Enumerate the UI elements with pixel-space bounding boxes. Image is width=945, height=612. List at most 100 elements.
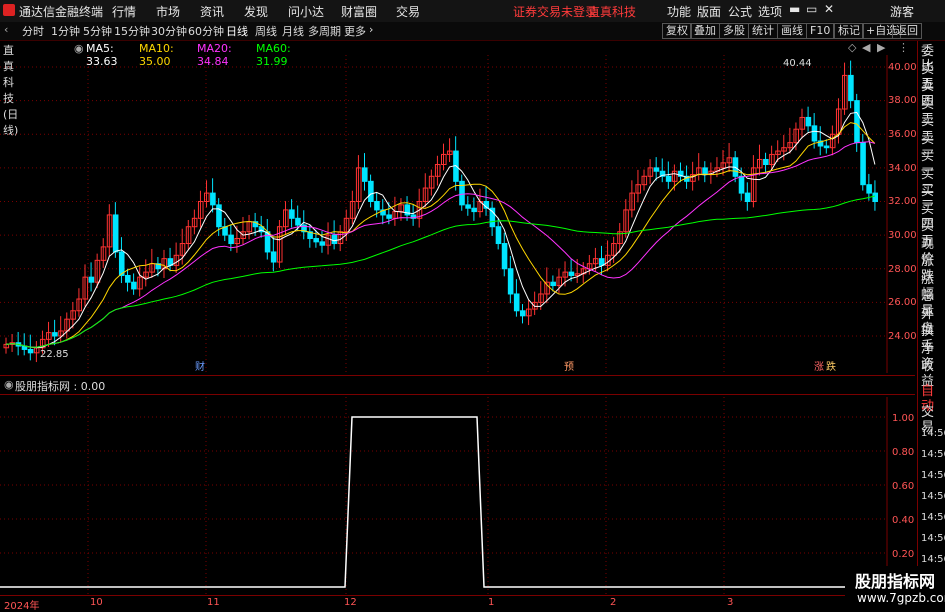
indicator-tick: 0.20 [892,549,915,560]
candle-down [702,167,708,176]
candle-down [313,237,319,243]
period-15min[interactable]: 15分钟 [114,23,150,39]
menu-faxian[interactable]: 发现 [244,3,268,20]
duogu-button[interactable]: 多股 [719,23,749,39]
menu-hangqing[interactable]: 行情 [112,3,136,20]
menu-xuanxiang[interactable]: 选项 [758,3,782,20]
menu-banmian[interactable]: 版面 [697,3,721,20]
candle-down [665,175,672,182]
candle-down [331,234,338,245]
candle-down [216,204,222,228]
expand-icon[interactable]: ◀ [862,41,870,54]
menu-jiaoyi[interactable]: 交易 [396,3,420,20]
huaxian-button[interactable]: 画线 [777,23,807,39]
candle-down [131,281,137,290]
event-marker-cai[interactable]: 财 [195,358,205,373]
price-tick: 30.00 [888,230,917,241]
event-marker-die[interactable]: 跌 [826,358,836,373]
period-multi[interactable]: 多周期 [308,23,341,39]
fuquan-button[interactable]: 复权 [662,23,692,39]
candle-down [860,142,866,186]
collapse-icon[interactable]: ▶ [877,41,885,54]
period-weekly[interactable]: 周线 [255,23,277,39]
biaoji-button[interactable]: 标记 [834,23,864,39]
sub-indicator-header: ◉ 股朋指标网 : 0.00 [0,375,915,395]
dropdown-icon[interactable]: ◉ [74,42,84,55]
trade-login-notice[interactable]: 证券交易未登录 [513,3,597,20]
tongji-button[interactable]: 统计 [748,23,778,39]
restore-icon[interactable]: ▭ [806,2,817,16]
candle-down [295,217,301,226]
candle-down [744,192,751,202]
menu-shichang[interactable]: 市场 [156,3,180,20]
quote-side-panel: 委比 卖五 卖四 卖三 卖二 卖一 买一 买二 买三 买四 买五 现价 涨跌 涨幅 总量 外盘 换手 净资 收益 自动… [917,41,945,601]
watermark-url: www.7gpzb.com [857,591,945,605]
diamond-icon[interactable]: ◇ [848,41,856,54]
guest-label[interactable]: 游客 [890,3,914,20]
dropdown-icon[interactable]: ◉ [4,378,14,391]
candle-down [118,251,125,276]
period-5min[interactable]: 5分钟 [83,23,112,39]
period-fenshi[interactable]: 分时 [22,23,44,39]
candle-down [550,281,556,287]
candlestick-chart[interactable] [0,55,915,373]
candle-down [368,180,374,202]
candle-down [210,192,216,206]
menu-gongshi[interactable]: 公式 [728,3,752,20]
title-bar: 通达信金融终端 行情 市场 资讯 发现 问小达 财富圈 交易 证券交易未登录 直… [0,0,945,23]
f10-button[interactable]: F10 [806,23,835,39]
period-daily[interactable]: 日线 [226,23,248,39]
candle-down [507,268,514,295]
app-name: 通达信金融终端 [19,5,104,19]
indicator-tick: 0.80 [892,447,915,458]
time-axis: 2024年 10 11 12 1 2 3 [0,595,915,612]
price-tick: 32.00 [888,196,917,207]
price-tick: 40.00 [888,62,917,73]
time-tick: 2024年 [4,601,40,612]
indicator-tick: 1.00 [892,413,915,424]
event-marker-zhang[interactable]: 涨 [814,358,824,373]
candle-down [854,100,860,144]
candle-down [805,116,812,127]
price-tick: 38.00 [888,95,917,106]
time-tick: 11 [207,597,220,608]
candle-down [112,214,119,253]
candle-down [495,226,502,245]
candle-down [228,234,234,245]
time-tick: 10 [90,597,103,608]
candle-down [125,274,131,283]
period-monthly[interactable]: 月线 [282,23,304,39]
period-60min[interactable]: 60分钟 [188,23,224,39]
indicator-tick: 0.40 [892,515,915,526]
more-icon[interactable]: ⋮ [898,41,909,54]
candle-down [270,251,277,263]
stock-short-name: 直真科技 [588,5,637,19]
chevron-right-icon[interactable]: › [369,23,373,36]
minimize-icon[interactable]: ▬ [789,2,800,16]
period-1min[interactable]: 1分钟 [51,23,80,39]
price-tick: 36.00 [888,129,917,140]
chevron-left-icon[interactable]: ‹ [4,23,8,36]
menu-wenxiaoda[interactable]: 问小达 [288,3,324,20]
candle-down [866,184,872,194]
period-more[interactable]: 更多 [344,23,366,39]
period-toolbar: ‹ 分时 1分钟 5分钟 15分钟 30分钟 60分钟 日线 周线 月线 多周期… [0,22,945,41]
close-icon[interactable]: ✕ [824,2,834,16]
watermark: 股朋指标网 www.7gpzb.com [845,566,945,609]
ma60-line [5,195,876,348]
period-30min[interactable]: 30分钟 [151,23,187,39]
indicator-chart[interactable] [0,397,915,595]
back-button[interactable]: 返回 [892,23,922,39]
menu-caifuquan[interactable]: 财富圈 [341,3,377,20]
time-tick: 3 [727,597,734,608]
candle-down [568,271,575,276]
candle-down [513,293,520,312]
app-logo-icon [3,4,15,16]
candle-down [52,332,58,337]
event-marker-yu[interactable]: 预 [564,358,574,373]
menu-gongneng[interactable]: 功能 [667,3,691,20]
candle-down [374,201,380,211]
menu-zixun[interactable]: 资讯 [200,3,224,20]
diejia-button[interactable]: 叠加 [690,23,720,39]
trade-time-label: 14:56 [921,428,945,439]
